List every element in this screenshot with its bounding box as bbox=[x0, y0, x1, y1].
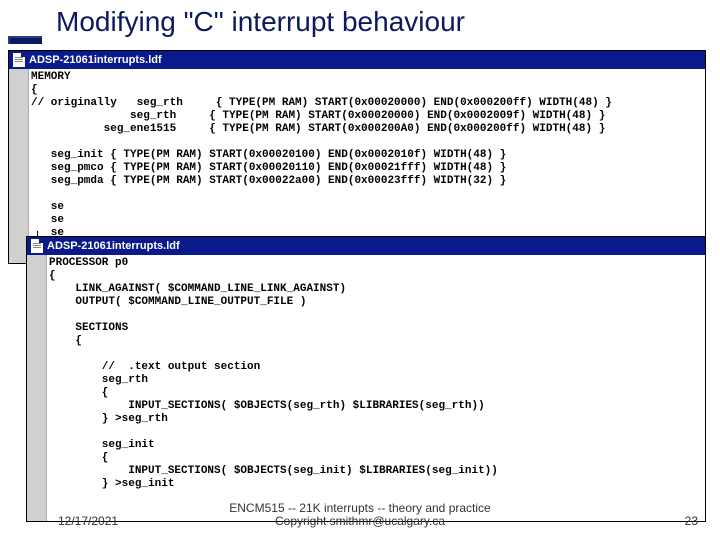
code-content[interactable]: PROCESSOR p0 { LINK_AGAINST( $COMMAND_LI… bbox=[49, 257, 703, 491]
slide-title-bar: Modifying "C" interrupt behaviour bbox=[0, 0, 720, 44]
slide-title: Modifying "C" interrupt behaviour bbox=[56, 6, 465, 38]
code-content[interactable]: MEMORY { // originally seg_rth { TYPE(PM… bbox=[31, 71, 703, 253]
document-icon bbox=[13, 53, 25, 67]
editor-window-processor: ADSP-21061interrupts.ldf PROCESSOR p0 { … bbox=[26, 236, 706, 522]
document-icon bbox=[31, 239, 43, 253]
footer-caption: ENCM515 -- 21K interrupts -- theory and … bbox=[0, 502, 720, 528]
filename-label: ADSP-21061interrupts.ldf bbox=[29, 54, 162, 66]
editor-window-memory: ADSP-21061interrupts.ldf MEMORY { // ori… bbox=[8, 50, 706, 264]
filename-label: ADSP-21061interrupts.ldf bbox=[47, 240, 180, 252]
titlebar[interactable]: ADSP-21061interrupts.ldf bbox=[27, 237, 705, 255]
line-gutter bbox=[9, 69, 29, 263]
titlebar[interactable]: ADSP-21061interrupts.ldf bbox=[9, 51, 705, 69]
footer-line1: ENCM515 -- 21K interrupts -- theory and … bbox=[229, 501, 490, 515]
footer-line2: Copyright smithmr@ucalgary.ca bbox=[275, 514, 445, 528]
line-gutter bbox=[27, 255, 47, 521]
page-number: 23 bbox=[685, 514, 698, 528]
